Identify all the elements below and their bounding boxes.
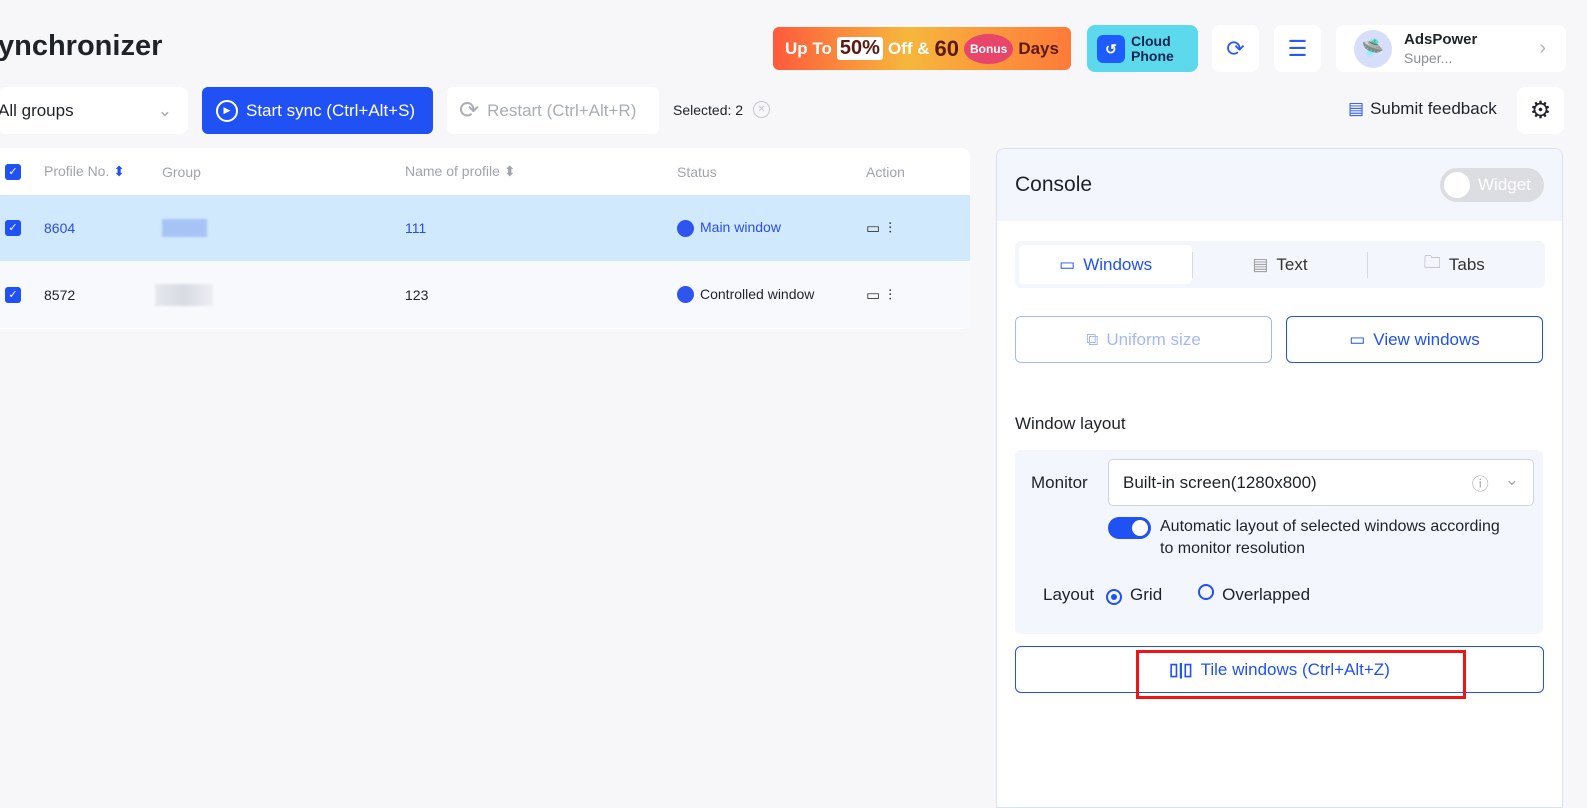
- clear-selection-icon[interactable]: ✕: [753, 101, 771, 118]
- layout-settings: Monitor Built-in screen(1280x800) ⓘ ⌄ Auto…: [1015, 450, 1543, 634]
- settings-button[interactable]: ⚙: [1517, 87, 1564, 134]
- avatar: 🛸: [1354, 29, 1392, 68]
- radio-overlapped[interactable]: Overlapped: [1198, 584, 1310, 605]
- console-panel: Console Widget ▭ Windows ▤ Text 🗀 Tabs ⧉ Uni…: [996, 148, 1563, 808]
- layout-radio-group: Layout Grid Overlapped: [1043, 584, 1310, 605]
- monitor-label: Monitor: [1031, 473, 1088, 492]
- settings-sliders-icon[interactable]: ⫶: [888, 287, 900, 304]
- refresh-icon: ⟳: [459, 97, 480, 124]
- list-button[interactable]: ☰: [1274, 25, 1321, 72]
- col-status: Status: [677, 163, 717, 180]
- console-tabs: ▭ Windows ▤ Text 🗀 Tabs: [1015, 241, 1545, 288]
- profile-no: 8604: [44, 220, 76, 236]
- start-sync-button[interactable]: ▶ Start sync (Ctrl+Alt+S): [202, 87, 433, 134]
- select-all-checkbox[interactable]: ✓: [5, 163, 21, 180]
- sort-icon[interactable]: ⬍: [504, 163, 516, 179]
- promo-days: Days: [1018, 38, 1059, 58]
- page-title: ynchronizer: [0, 30, 163, 62]
- tab-text[interactable]: ▤ Text: [1193, 245, 1366, 284]
- window-icon[interactable]: ▭: [866, 287, 888, 304]
- row-checkbox[interactable]: ✓: [5, 286, 21, 303]
- submit-feedback-label: Submit feedback: [1370, 99, 1497, 118]
- profile-name: 111: [405, 220, 427, 236]
- monitor-select[interactable]: Built-in screen(1280x800) ⓘ ⌄: [1108, 459, 1534, 506]
- stacked-windows-icon: ⧉: [1086, 329, 1099, 349]
- group-blurred: [162, 219, 207, 237]
- sort-icon[interactable]: ⬍: [113, 163, 125, 179]
- col-profile-no[interactable]: Profile No. ⬍: [44, 163, 125, 180]
- row-checkbox[interactable]: ✓: [5, 220, 21, 236]
- chevron-down-icon: ⌄: [1504, 470, 1519, 489]
- folder-icon: 🗀: [1423, 253, 1441, 272]
- widget-label: Widget: [1478, 175, 1531, 194]
- highlight-box: [1136, 650, 1466, 699]
- tab-tabs[interactable]: 🗀 Tabs: [1368, 245, 1541, 284]
- monitor-icon: ▭: [1059, 254, 1076, 274]
- view-windows-button[interactable]: ▭ View windows: [1286, 316, 1543, 363]
- col-action: Action: [866, 163, 905, 180]
- selected-count: Selected: 2 ✕: [673, 101, 771, 118]
- promo-number: 60: [934, 35, 959, 61]
- promo-text: Up To: [785, 38, 832, 58]
- radio-grid[interactable]: Grid: [1106, 585, 1162, 605]
- cloud-phone-label: Cloud Phone: [1131, 32, 1174, 64]
- profiles-table: ✓ Profile No. ⬍ Group Name of profile ⬍ …: [0, 148, 970, 329]
- browser-icon: [677, 286, 694, 304]
- group-select[interactable]: All groups ⌄: [0, 87, 188, 134]
- promo-off: Off &: [887, 38, 930, 58]
- monitor-value: Built-in screen(1280x800): [1123, 472, 1317, 492]
- info-icon[interactable]: ⓘ: [1472, 470, 1489, 495]
- user-role: Super...: [1404, 50, 1453, 66]
- promo-percent: 50%: [836, 37, 883, 60]
- chevron-down-icon: ⌄: [157, 100, 172, 120]
- console-title: Console: [1015, 173, 1093, 196]
- restart-label: Restart (Ctrl+Alt+R): [487, 100, 637, 120]
- restart-button[interactable]: ⟳ Restart (Ctrl+Alt+R): [447, 87, 659, 134]
- row-actions: ▭⫶: [866, 286, 900, 304]
- monitor-icon: ▭: [1349, 329, 1366, 349]
- browser-icon: [677, 219, 694, 237]
- profile-no: 8572: [44, 286, 76, 303]
- cloud-phone-button[interactable]: ↺ Cloud Phone: [1087, 25, 1198, 72]
- auto-layout-label: Automatic layout of selected windows acc…: [1160, 518, 1500, 557]
- table-header: ✓ Profile No. ⬍ Group Name of profile ⬍ …: [0, 148, 970, 195]
- feedback-icon: ▤: [1348, 99, 1365, 118]
- group-blurred: [155, 283, 213, 306]
- sync-upload-button[interactable]: ⟳: [1212, 25, 1259, 72]
- window-icon[interactable]: ▭: [866, 220, 888, 237]
- promo-bonus: Bonus: [963, 33, 1014, 64]
- start-sync-label: Start sync (Ctrl+Alt+S): [246, 100, 416, 120]
- user-name: AdsPower: [1404, 31, 1478, 48]
- tab-windows[interactable]: ▭ Windows: [1019, 245, 1193, 284]
- profile-name: 123: [405, 286, 429, 303]
- table-row[interactable]: ✓ 8604 111 Main window ▭⫶: [0, 195, 970, 261]
- chevron-right-icon: ›: [1539, 37, 1546, 59]
- group-select-value: All groups: [0, 100, 74, 120]
- row-actions: ▭⫶: [866, 219, 900, 237]
- document-icon: ▤: [1252, 254, 1269, 274]
- submit-feedback-link[interactable]: ▤ Submit feedback: [1348, 99, 1497, 119]
- list-icon: ☰: [1287, 35, 1308, 61]
- status: Main window: [677, 219, 781, 237]
- auto-layout-toggle[interactable]: [1108, 517, 1151, 539]
- upload-sync-icon: ⟳: [1226, 35, 1245, 61]
- layout-label: Layout: [1043, 584, 1095, 604]
- widget-toggle[interactable]: Widget: [1440, 168, 1544, 202]
- settings-sliders-icon[interactable]: ⫶: [888, 220, 900, 237]
- selected-label: Selected: 2: [673, 101, 744, 118]
- cloud-phone-icon: ↺: [1097, 34, 1125, 63]
- gear-icon: ⚙: [1529, 97, 1552, 124]
- uniform-size-button[interactable]: ⧉ Uniform size: [1015, 316, 1272, 363]
- col-group: Group: [162, 163, 201, 180]
- col-name[interactable]: Name of profile ⬍: [405, 163, 516, 180]
- promo-banner[interactable]: Up To 50% Off & 60 Bonus Days: [773, 27, 1071, 70]
- user-menu[interactable]: 🛸 AdsPower Super... ›: [1336, 25, 1566, 72]
- status: Controlled window: [677, 286, 814, 304]
- window-layout-heading: Window layout: [1015, 414, 1126, 433]
- table-row[interactable]: ✓ 8572 123 Controlled window ▭⫶: [0, 261, 970, 328]
- play-icon: ▶: [216, 99, 238, 122]
